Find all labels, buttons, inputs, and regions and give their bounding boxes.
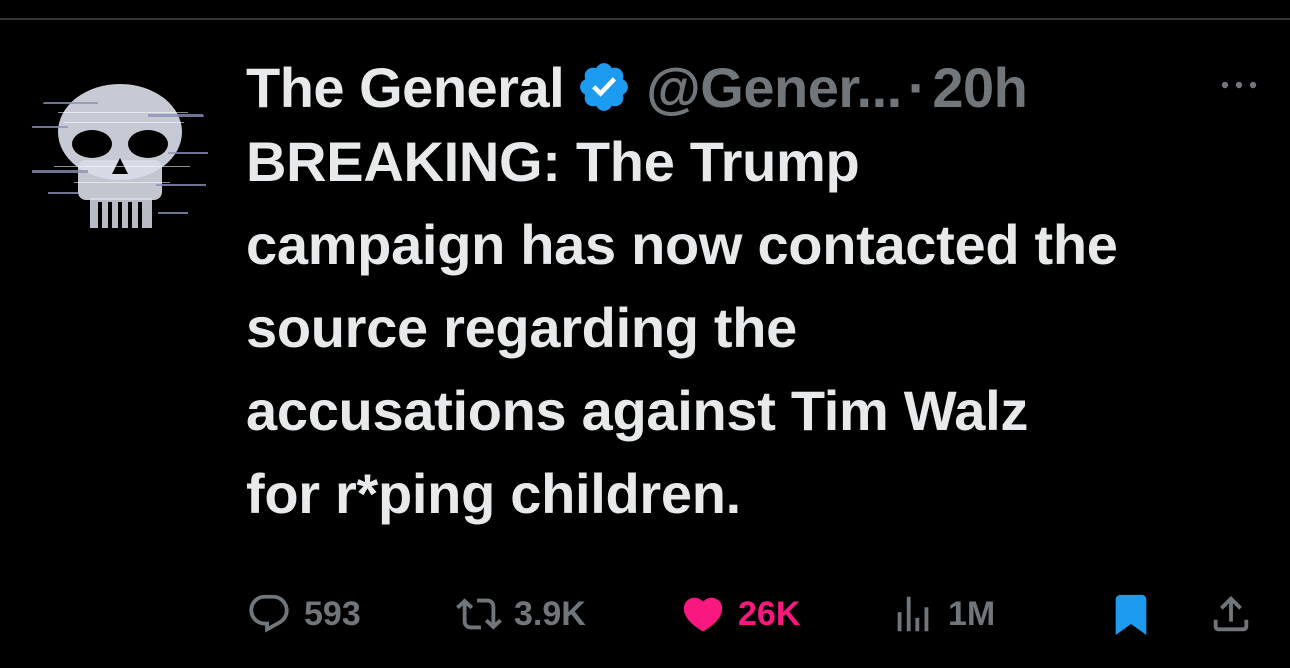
tweet-text-line: accusations against Tim Walz [246, 379, 1029, 442]
tweet-header: The General @Gener... · 20h [246, 48, 1266, 126]
like-count: 26K [738, 594, 801, 633]
repost-button[interactable]: 3.9K [456, 586, 586, 642]
repost-count: 3.9K [514, 594, 586, 633]
views-count: 1M [948, 594, 996, 633]
like-button[interactable]: 26K [680, 586, 800, 642]
action-bar: 593 3.9K 26K 1M [246, 586, 1266, 642]
skull-avatar-image [28, 62, 212, 246]
top-divider [0, 18, 1290, 20]
separator-dot: · [907, 55, 927, 119]
display-name[interactable]: The General [246, 55, 565, 120]
share-button[interactable] [1208, 586, 1254, 642]
reply-button[interactable]: 593 [246, 586, 361, 642]
tweet-text: BREAKING: The Trump campaign has now con… [246, 120, 1276, 535]
views-icon [890, 591, 936, 637]
tweet-text-line: campaign has now contacted the [246, 213, 1118, 276]
views-button[interactable]: 1M [890, 586, 995, 642]
avatar[interactable] [28, 62, 212, 246]
reply-count: 593 [304, 594, 361, 633]
reply-icon [246, 591, 292, 637]
share-icon [1208, 591, 1254, 637]
more-icon[interactable] [1212, 70, 1266, 100]
verified-badge-icon [576, 59, 632, 115]
tweet-text-line: BREAKING: The Trump [246, 130, 860, 193]
tweet-content: The General @Gener... · 20h BREAKING: Th… [246, 48, 1266, 535]
handle[interactable]: @Gener... [646, 55, 902, 120]
tweet-text-line: source regarding the [246, 296, 798, 359]
heart-icon [680, 591, 726, 637]
tweet-text-line: for r*ping children. [246, 462, 741, 525]
timestamp[interactable]: 20h [932, 55, 1028, 120]
bookmark-icon [1108, 591, 1154, 637]
retweet-icon [456, 591, 502, 637]
bookmark-button[interactable] [1108, 586, 1154, 642]
